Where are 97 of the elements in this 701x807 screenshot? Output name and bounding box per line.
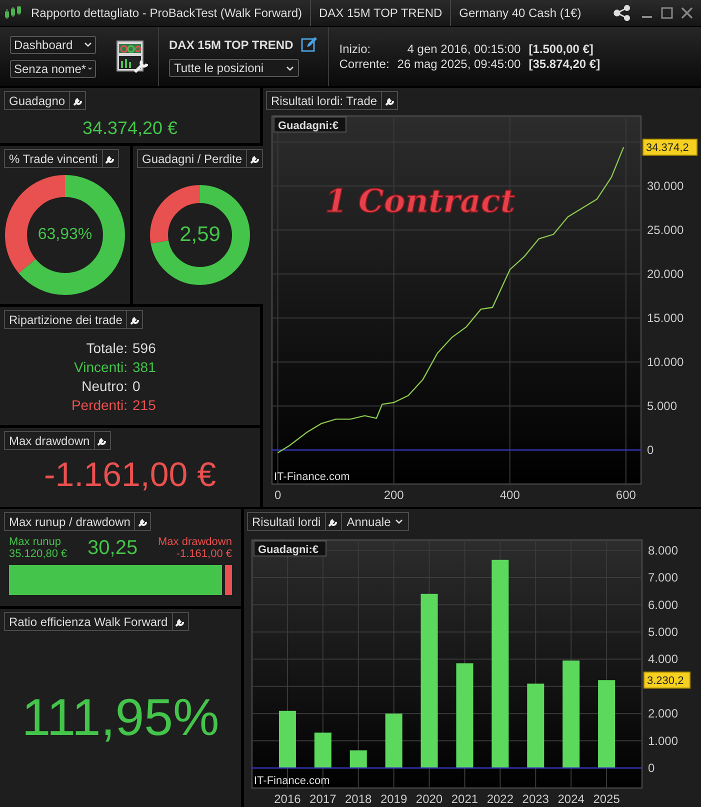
axis-label: 0 — [274, 488, 282, 502]
layout-dropdown[interactable]: Senza nome* — [10, 60, 96, 78]
axis-label: 8.000 — [648, 543, 678, 558]
axis-label: 2.000 — [648, 706, 678, 721]
dashboard-tools-icon[interactable] — [116, 40, 148, 74]
window-title: Rapporto dettagliato - ProBackTest (Walk Forward) — [30, 5, 303, 22]
current-amount: [35.874,20 €] — [528, 57, 600, 71]
gain-value: 34.374,20 € — [81, 118, 179, 139]
stat-value: 0 — [132, 377, 142, 396]
start-amount: [1.500,00 €] — [528, 42, 594, 56]
axis-label: 1.000 — [648, 734, 678, 748]
bar — [278, 710, 296, 768]
stat-label: Vincenti: — [73, 358, 128, 377]
panel-title: % Trade vincenti — [8, 152, 99, 166]
axis-label: 30.000 — [647, 178, 684, 193]
axis-label: 2024 — [558, 792, 584, 806]
axis-label: 0 — [648, 761, 655, 775]
bar — [314, 732, 332, 768]
wrench-icon — [97, 436, 108, 446]
instrument-label: DAX 15M TOP TREND — [310, 0, 450, 26]
share-icon[interactable] — [613, 5, 633, 21]
stat-label: Neutro: — [80, 377, 128, 396]
source-label: IT-Finance.com — [274, 471, 350, 483]
wrench-icon — [328, 516, 338, 526]
wrench-icon — [138, 516, 148, 526]
axis-label: 5.000 — [648, 624, 678, 639]
axis-label: 10.000 — [647, 355, 684, 369]
wrench-icon — [130, 314, 140, 324]
source-label: IT-Finance.com — [254, 775, 330, 787]
axis-label: 2022 — [486, 792, 514, 806]
stat-label: Perdenti: — [70, 396, 128, 415]
profit-factor-value: 2,59 — [180, 222, 220, 246]
panel-title: Ripartizione dei trade — [8, 312, 124, 326]
axis-label: 2023 — [522, 792, 549, 806]
period-dropdown[interactable]: Annuale — [340, 513, 408, 530]
last-value-tag: 34.374,2 — [642, 138, 698, 156]
stat-value: 215 — [132, 396, 157, 415]
axis-label: 600 — [616, 488, 636, 502]
axis-label: 15.000 — [647, 311, 684, 325]
efficiency-value: 111,95% — [20, 688, 220, 748]
axis-label: 20.000 — [647, 267, 684, 281]
max-drawdown-value: -1.161,00 € — [42, 456, 218, 495]
panel-title: Ratio efficienza Walk Forward — [8, 614, 169, 628]
axis-label: 4.000 — [648, 652, 678, 666]
bar — [385, 714, 402, 768]
chart-legend: Guadagni:€ — [254, 540, 326, 556]
panel-title: Max drawdown — [8, 434, 91, 448]
drawdown-value: -1.161,00 € — [176, 548, 232, 560]
win-rate-value: 63,93% — [38, 226, 92, 244]
axis-label: 2016 — [274, 792, 301, 806]
panel-title: Guadagno — [8, 94, 66, 108]
panel-title: Risultati lordi: Trade — [270, 94, 378, 108]
ratio-value: 30,25 — [88, 536, 138, 560]
chart-legend: Guadagni:€ — [274, 116, 346, 132]
positions-dropdown[interactable]: Tutte le posizioni — [169, 59, 299, 77]
axis-label: 6.000 — [648, 598, 678, 612]
maximize-icon[interactable] — [661, 7, 673, 19]
axis-label: 2017 — [310, 792, 336, 806]
close-icon[interactable] — [681, 7, 693, 19]
start-date: 4 gen 2016, 00:15:00 — [406, 42, 521, 56]
drawdown-label: Max drawdown — [158, 536, 232, 548]
panel-title: Guadagni / Perdite — [141, 152, 244, 166]
axis-label: 25.000 — [647, 222, 684, 237]
last-value-tag: 3.230,2 — [644, 672, 690, 689]
axis-label: 200 — [384, 488, 404, 502]
start-label: Inizio: — [339, 42, 372, 56]
axis-label: 2019 — [380, 792, 408, 806]
current-date: 26 mag 2025, 09:45:00 — [397, 57, 521, 71]
axis-label: 0 — [647, 443, 654, 458]
view-dropdown[interactable]: Dashboard — [10, 36, 96, 54]
panel-title: Risultati lordi — [251, 514, 322, 528]
panel-title: Max runup / drawdown — [8, 514, 132, 528]
axis-label: 7.000 — [648, 570, 678, 585]
axis-label: 2020 — [416, 792, 443, 806]
stat-label: Totale: — [85, 339, 128, 358]
wrench-icon — [384, 96, 395, 106]
wrench-icon — [250, 154, 260, 164]
caret-icon — [286, 66, 294, 70]
edit-icon[interactable] — [301, 36, 318, 53]
axis-label: 2018 — [345, 792, 372, 806]
wrench-icon — [72, 96, 83, 106]
wrench-icon — [175, 616, 186, 626]
current-label: Corrente: — [339, 57, 390, 71]
instrument-label: Germany 40 Cash (1€) — [450, 0, 590, 26]
axis-label: 2021 — [451, 792, 478, 806]
wrench-icon — [105, 154, 116, 164]
axis-label: 2025 — [593, 792, 620, 806]
axis-label: 400 — [500, 488, 520, 502]
caret-icon — [394, 519, 403, 524]
stat-value: 381 — [132, 358, 157, 377]
axis-label: 5.000 — [647, 399, 678, 414]
caret-icon — [84, 42, 92, 47]
runup-label: Max runup — [9, 536, 62, 548]
chart-annotation: 1 Contract — [325, 182, 516, 220]
runup-value: 35.120,80 € — [9, 548, 68, 560]
strategy-name: DAX 15M TOP TREND — [169, 38, 294, 52]
stat-value: 596 — [132, 339, 157, 358]
